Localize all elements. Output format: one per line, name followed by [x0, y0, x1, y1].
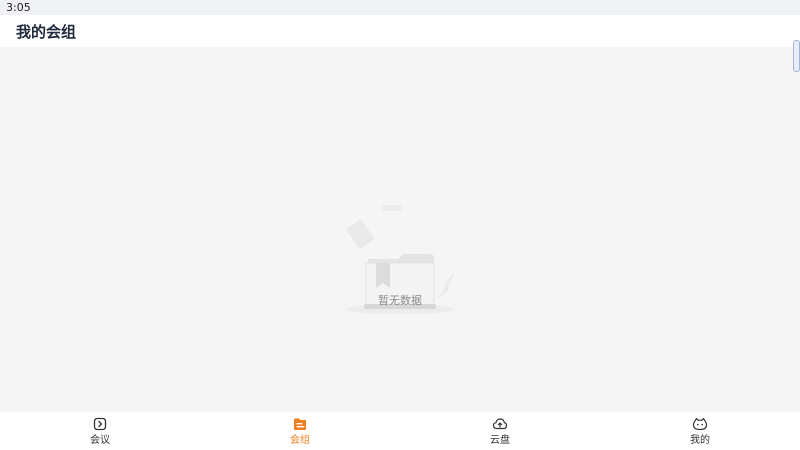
status-bar: 3:05 [0, 0, 800, 15]
page-title: 我的会组 [16, 23, 77, 41]
tab-group[interactable]: 会组 [200, 412, 400, 450]
tab-cloud-drive[interactable]: 云盘 [400, 412, 600, 450]
profile-icon [692, 417, 708, 431]
bottom-tab-bar: 会议 会组 云盘 我的 [0, 412, 800, 450]
group-icon [294, 418, 306, 430]
page-header: 我的会组 [0, 15, 800, 47]
tab-label: 云盘 [490, 435, 510, 446]
scrollbar-thumb[interactable] [793, 40, 800, 72]
empty-state-text: 暂无数据 [378, 294, 422, 307]
tab-meeting[interactable]: 会议 [0, 412, 200, 450]
tab-label: 我的 [690, 435, 710, 446]
main-content[interactable]: 暂无数据 [0, 40, 800, 412]
meeting-icon [93, 417, 107, 431]
cloud-upload-icon [492, 418, 508, 430]
tab-profile[interactable]: 我的 [600, 412, 800, 450]
status-time: 3:05 [6, 1, 31, 14]
tab-label: 会议 [90, 435, 110, 446]
tab-label: 会组 [290, 435, 310, 446]
